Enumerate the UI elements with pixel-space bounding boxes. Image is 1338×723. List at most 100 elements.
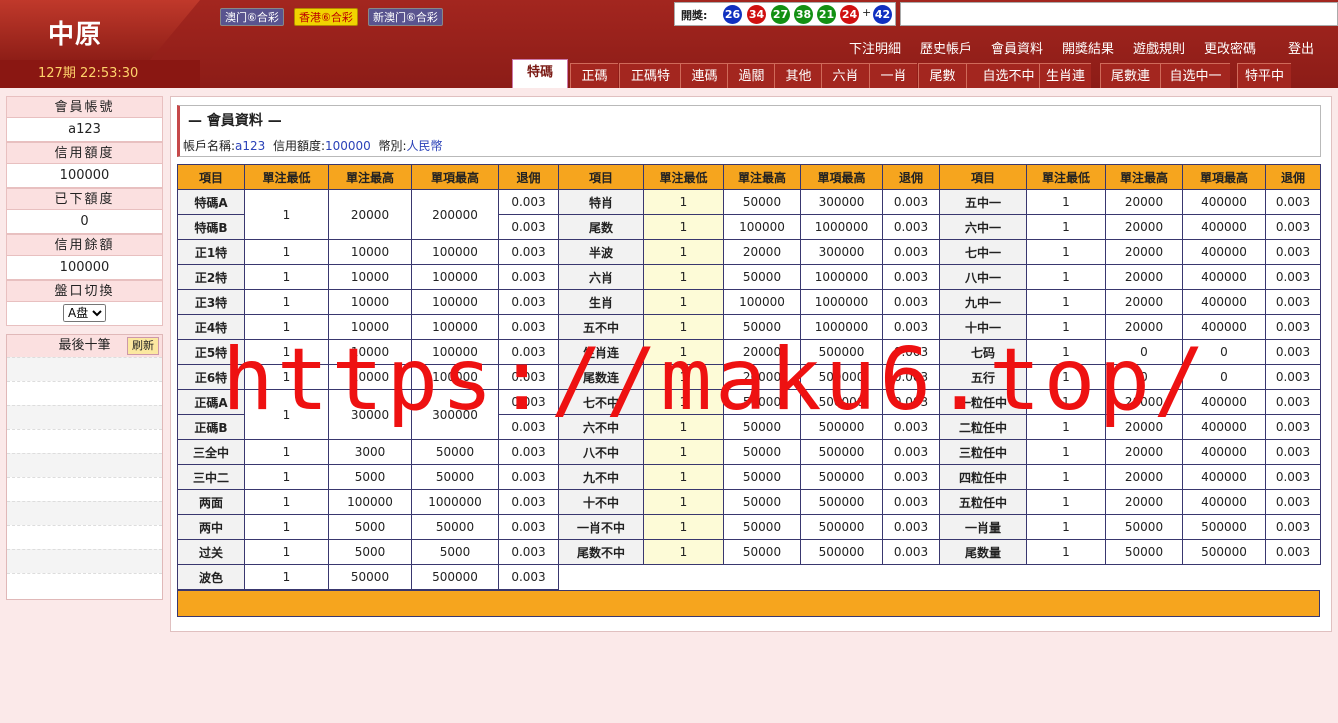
table-cell: 1 (244, 189, 329, 240)
tab-item[interactable]: 過關 (727, 63, 775, 88)
tab-item[interactable]: 自选不中 (966, 63, 1050, 88)
draw-ball: 34 (747, 5, 766, 24)
lottery-hongkong-button[interactable]: 香港⑥合彩 (294, 8, 358, 26)
table-cell: 0.003 (1265, 189, 1321, 215)
table-cell: 1 (1026, 539, 1106, 565)
tab-item[interactable]: 一肖 (869, 63, 917, 88)
history-account-link[interactable]: 歷史帳戶 (920, 38, 972, 57)
table-cell: 0.003 (882, 264, 940, 290)
table-row: 尾数不中 1 50000 500000 0.003 (558, 539, 940, 565)
table-cell: 0.003 (498, 264, 559, 290)
recent-header: 最後十筆 刷新 (7, 335, 162, 357)
table-cell: 0.003 (1265, 264, 1321, 290)
lottery-macau-button[interactable]: 澳门⑥合彩 (220, 8, 284, 26)
table-cell: 50000 (723, 439, 801, 465)
item-name: 九不中 (558, 464, 644, 490)
table-cell: 0.003 (882, 189, 940, 215)
member-info-box: — 會員資料 — 帳戶名稱:a123 信用額度:100000 幣別:人民幣 (177, 105, 1321, 157)
tab-item[interactable]: 連碼 (680, 63, 728, 88)
game-rules-link[interactable]: 遊戲規則 (1133, 38, 1185, 57)
member-info-title: — 會員資料 — (188, 113, 282, 129)
tab-item[interactable]: 尾數 (918, 63, 966, 88)
item-name: 正1特 (177, 239, 245, 265)
table-row: 正1特 1 10000 100000 0.003 (177, 239, 559, 265)
tab-item[interactable]: 生肖連 (1039, 63, 1091, 88)
table-row: 九中一 1 20000 400000 0.003 (939, 289, 1321, 315)
lottery-new-macau-button[interactable]: 新澳门⑥合彩 (368, 8, 443, 26)
tab-item[interactable]: 自选中一 (1160, 63, 1230, 88)
table-cell: 10000 (328, 289, 412, 315)
period-time: 127期 22:53:30 (0, 60, 200, 88)
table-cell: 0.003 (1265, 489, 1321, 515)
column-header: 項目 (177, 164, 245, 190)
table-cell: 500000 (800, 489, 883, 515)
recent-panel: 最後十筆 刷新 (6, 334, 163, 600)
tab-item[interactable]: 六肖 (821, 63, 869, 88)
table-cell: 1 (1026, 239, 1106, 265)
draw-ball: 26 (723, 5, 742, 24)
bet-detail-link[interactable]: 下注明細 (849, 38, 901, 57)
item-name: 正2特 (177, 264, 245, 290)
table-cell: 0.003 (882, 439, 940, 465)
odds-switch-select[interactable]: A盘 (63, 304, 106, 322)
table-cell: 100000 (723, 289, 801, 315)
table-cell: 300000 (800, 189, 883, 215)
column-header: 單注最高 (1105, 164, 1183, 190)
tab-item[interactable]: 其他 (774, 63, 822, 88)
tab-item[interactable]: 特碼 (512, 59, 568, 88)
tab-item[interactable]: 正碼 (570, 63, 618, 88)
table-row: 特碼A 1 20000 200000 0.003 (177, 189, 559, 240)
table-cell: 1 (1026, 289, 1106, 315)
table-cell: 400000 (1182, 289, 1266, 315)
column-header: 單注最高 (328, 164, 412, 190)
draw-results-link[interactable]: 開獎結果 (1062, 38, 1114, 57)
item-name: 五中一 (939, 189, 1027, 215)
item-name: 一肖不中 (558, 514, 644, 540)
table-cell: 0.003 (1265, 339, 1321, 365)
table-cell: 1 (1026, 439, 1106, 465)
table-cell: 50000 (411, 464, 499, 490)
item-name: 五粒任中 (939, 489, 1027, 515)
top-bar: 中原 127期 22:53:30 澳门⑥合彩 香港⑥合彩 新澳门⑥合彩 開獎: … (0, 0, 1338, 88)
table-cell: 50000 (723, 464, 801, 490)
table-cell: 500000 (411, 564, 499, 590)
recent-row (7, 549, 162, 573)
tab-item[interactable]: 尾數連 (1100, 63, 1160, 88)
currency-label: 幣別: (378, 139, 407, 153)
table-header-row: 項目 單注最低 單注最高 單項最高 退佣 (558, 164, 940, 190)
table-cell: 0.003 (1265, 514, 1321, 540)
table-cell: 500000 (800, 514, 883, 540)
table-cell: 0.003 (498, 189, 559, 215)
draw-ball: 38 (794, 5, 813, 24)
logout-link[interactable]: 登出 (1288, 38, 1314, 57)
item-name: 三粒任中 (939, 439, 1027, 465)
recent-row (7, 501, 162, 525)
item-name: 波色 (177, 564, 245, 590)
tab-item[interactable]: 正碼特 (619, 63, 681, 88)
table-cell: 1 (244, 239, 329, 265)
item-name: 六肖 (558, 264, 644, 290)
table-row: 三粒任中 1 20000 400000 0.003 (939, 439, 1321, 465)
table-cell: 100000 (723, 214, 801, 240)
table-row: 两中 1 5000 50000 0.003 (177, 514, 559, 540)
table-cell: 20000 (328, 189, 412, 240)
table-cell: 50000 (723, 489, 801, 515)
change-password-link[interactable]: 更改密碼 (1204, 38, 1256, 57)
tab-item[interactable]: 特平中 (1237, 63, 1291, 88)
item-name: 两面 (177, 489, 245, 515)
recent-row (7, 453, 162, 477)
table-row: 九不中 1 50000 500000 0.003 (558, 464, 940, 490)
table-cell: 1000000 (800, 289, 883, 315)
table-cell: 0.003 (498, 239, 559, 265)
table-cell: 0.003 (498, 539, 559, 565)
table-cell: 500000 (1182, 539, 1266, 565)
balance-label: 信用餘額 (6, 234, 163, 256)
table-cell: 0.003 (1265, 214, 1321, 240)
recent-row (7, 525, 162, 549)
recent-row (7, 405, 162, 429)
table-cell: 0.003 (1265, 314, 1321, 340)
member-info-link[interactable]: 會員資料 (991, 38, 1043, 57)
item-name: 十不中 (558, 489, 644, 515)
refresh-button[interactable]: 刷新 (127, 337, 159, 355)
table-row: 五粒任中 1 20000 400000 0.003 (939, 489, 1321, 515)
